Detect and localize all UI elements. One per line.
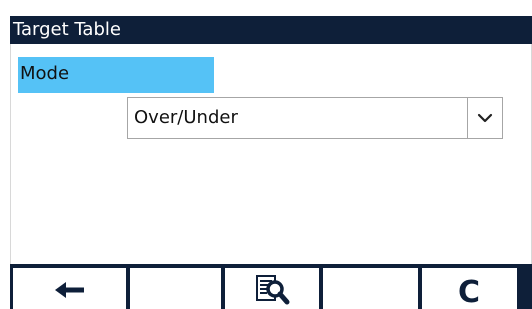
back-softkey[interactable]	[13, 268, 126, 309]
chevron-down-icon[interactable]	[468, 98, 502, 138]
search-document-icon	[256, 275, 290, 305]
mode-select-value: Over/Under	[134, 107, 238, 128]
arrow-left-icon	[55, 282, 84, 298]
softkey-empty-2[interactable]	[323, 268, 418, 309]
view-table-softkey[interactable]	[225, 268, 319, 309]
softkey-bar: C	[10, 264, 532, 309]
clear-softkey[interactable]: C	[422, 268, 517, 309]
page-title: Target Table	[10, 16, 532, 44]
mode-label[interactable]: Mode	[18, 57, 214, 93]
content-area: Mode Over/Under	[10, 44, 532, 264]
mode-select[interactable]: Over/Under	[127, 97, 503, 139]
clear-glyph: C	[458, 275, 480, 309]
softkey-empty-1[interactable]	[130, 268, 221, 309]
target-table-screen: Target Table Mode Over/Under C	[10, 16, 532, 309]
clear-c-icon: C	[458, 275, 480, 309]
